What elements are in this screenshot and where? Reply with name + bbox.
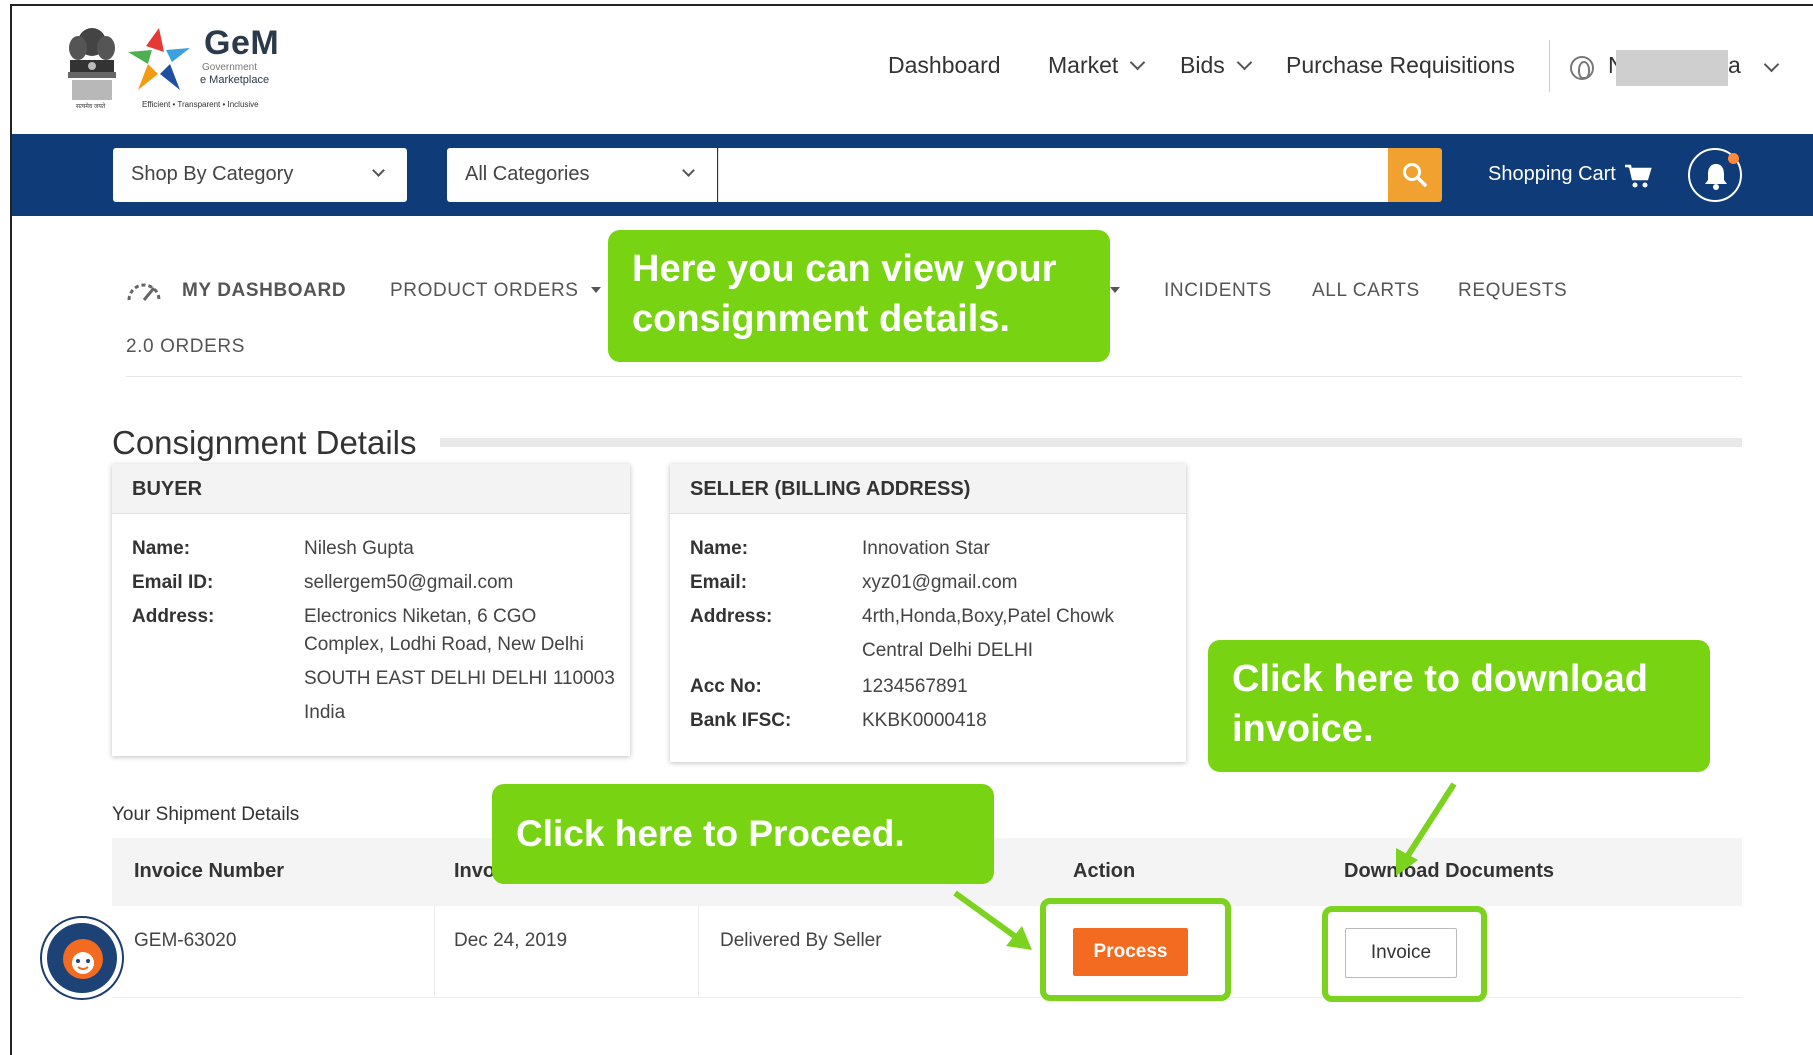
arrow-to-invoice: [1402, 782, 1457, 862]
chat-assistant-button[interactable]: [40, 916, 124, 1000]
arrow-to-process: [953, 890, 1022, 943]
callout-arrows: [953, 782, 1457, 950]
assistant-avatar-icon: [63, 939, 103, 979]
